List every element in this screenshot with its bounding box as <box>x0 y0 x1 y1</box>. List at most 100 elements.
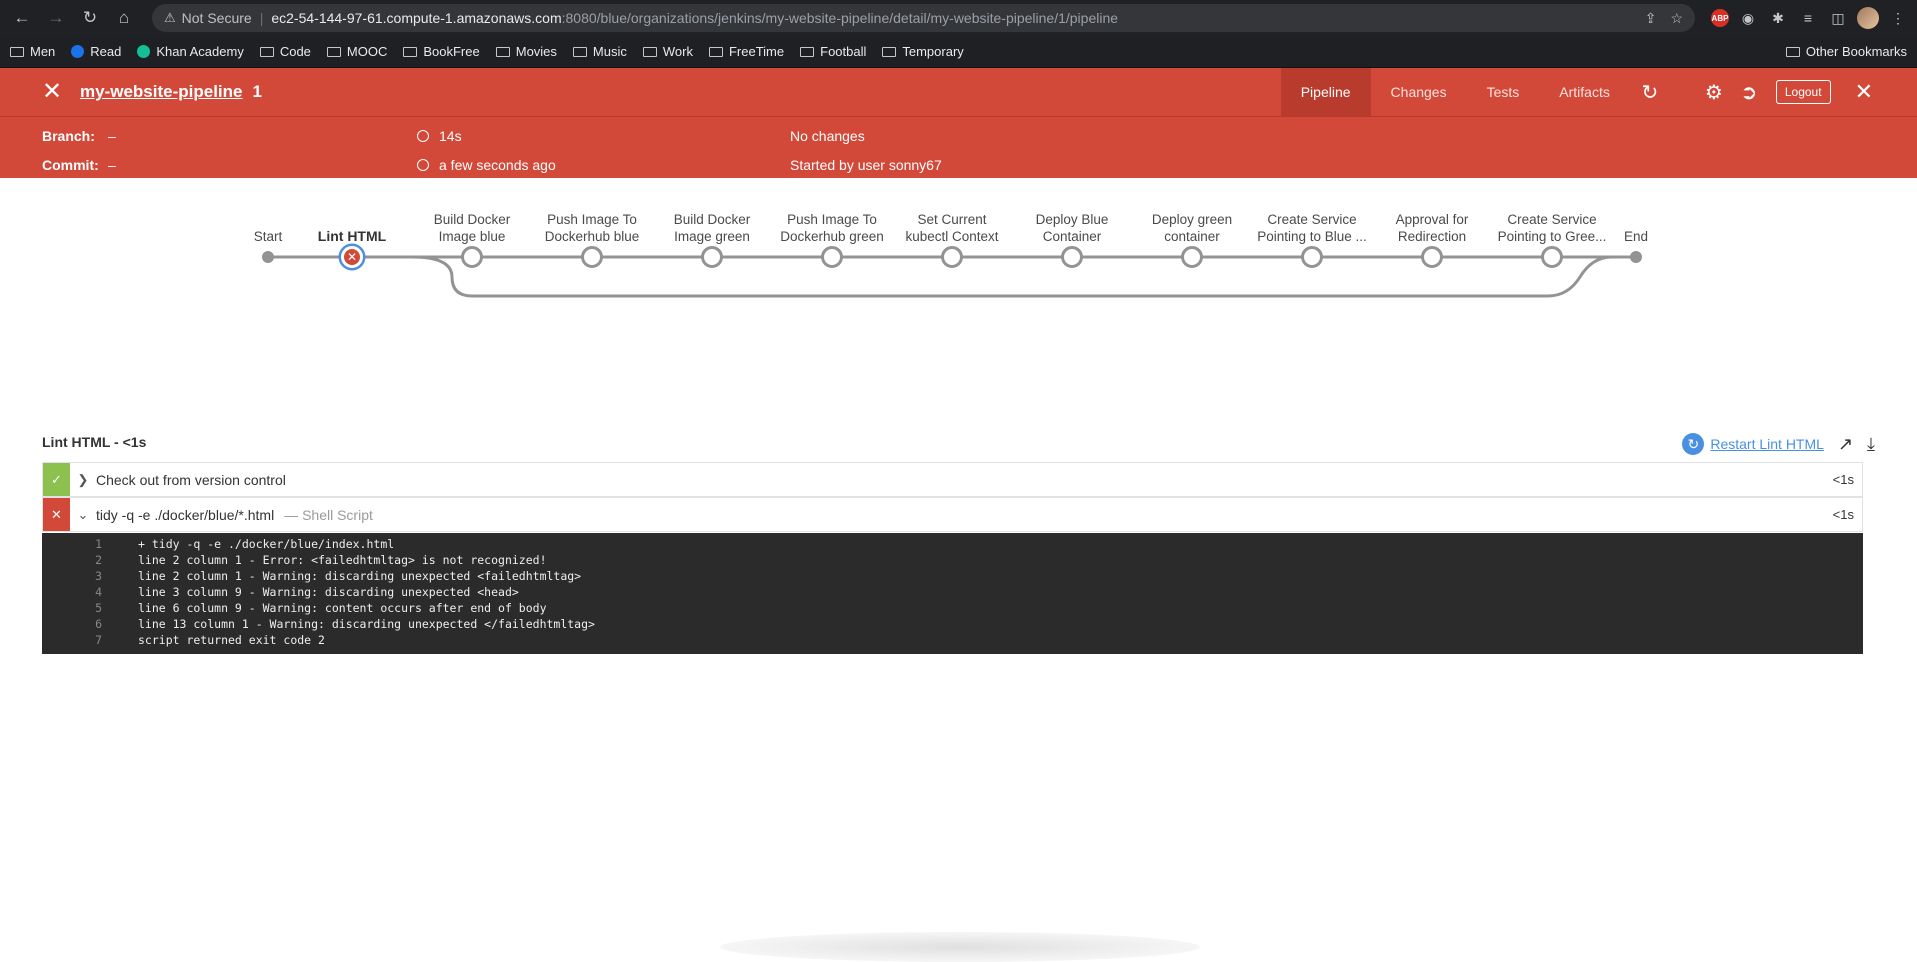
line-number[interactable]: 2 <box>42 552 102 568</box>
console-output: 1 + tidy -q -e ./docker/blue/index.html 2… <box>42 533 1863 654</box>
stage-node-deploy-blue[interactable] <box>1061 246 1083 268</box>
bookmark-men[interactable]: Men <box>10 44 55 59</box>
stage-label-build-blue[interactable]: Build Docker Image blue <box>417 211 527 245</box>
bookmarks-bar: Men Read Khan Academy Code MOOC BookFree… <box>0 36 1917 68</box>
url-path: :8080/blue/organizations/jenkins/my-webs… <box>561 10 1119 26</box>
line-number[interactable]: 5 <box>42 600 102 616</box>
open-external-icon[interactable]: ↗ <box>1838 434 1853 455</box>
folder-icon <box>403 46 418 57</box>
success-check-icon: ✓ <box>43 463 70 496</box>
step-row-checkout[interactable]: ✓ ❯ Check out from version control <1s <box>42 462 1863 497</box>
stage-node-build-green[interactable] <box>701 246 723 268</box>
stage-label-service-blue[interactable]: Create Service Pointing to Blue ... <box>1257 211 1367 245</box>
tab-pipeline[interactable]: Pipeline <box>1280 68 1371 116</box>
commit-label: Commit: <box>42 157 99 173</box>
download-log-icon[interactable]: ⤓ <box>1867 434 1875 455</box>
restart-stage-link[interactable]: Restart Lint HTML <box>1710 436 1824 452</box>
stage-label-approval[interactable]: Approval for Redirection <box>1377 211 1487 245</box>
tab-artifacts[interactable]: Artifacts <box>1539 68 1630 116</box>
stage-node-push-green[interactable] <box>821 246 843 268</box>
start-node <box>262 251 274 263</box>
run-number: 1 <box>252 82 262 101</box>
step-title: tidy -q -e ./docker/blue/*.html <box>96 506 275 523</box>
reload-icon[interactable]: ↻ <box>76 4 104 32</box>
duration-value: 14s <box>439 128 462 144</box>
stage-label-push-green[interactable]: Push Image To Dockerhub green <box>777 211 887 245</box>
step-title: Check out from version control <box>96 471 286 488</box>
bookmark-movies[interactable]: Movies <box>495 44 557 59</box>
chevron-down-icon[interactable]: ⌄ <box>70 507 96 523</box>
side-panel-icon[interactable]: ◫ <box>1827 7 1849 29</box>
tab-tests[interactable]: Tests <box>1467 68 1540 116</box>
rerun-icon[interactable]: ↻ <box>1630 80 1670 105</box>
close-run-icon[interactable]: ✕ <box>42 80 66 104</box>
bookmark-mooc[interactable]: MOOC <box>326 44 387 59</box>
menu-kebab-icon[interactable]: ⋮ <box>1887 7 1909 29</box>
console-line: 3 line 2 column 1 - Warning: discarding u… <box>42 568 1863 584</box>
log-actions: ↻ Restart Lint HTML ↗ ⤓ <box>1682 433 1875 455</box>
bookmark-temporary[interactable]: Temporary <box>882 44 964 59</box>
folder-icon <box>708 46 723 57</box>
back-icon[interactable]: ← <box>8 4 36 32</box>
folder-icon <box>572 46 587 57</box>
line-number[interactable]: 7 <box>42 632 102 648</box>
console-line: 1 + tidy -q -e ./docker/blue/index.html <box>42 536 1863 552</box>
step-duration: <1s <box>1832 472 1854 487</box>
line-number[interactable]: 6 <box>42 616 102 632</box>
stage-label-push-blue[interactable]: Push Image To Dockerhub blue <box>537 211 647 245</box>
run-header: ✕ my-website-pipeline 1 Pipeline Changes… <box>0 68 1917 117</box>
bookmark-code[interactable]: Code <box>259 44 311 59</box>
stage-label-build-green[interactable]: Build Docker Image green <box>657 211 767 245</box>
share-icon[interactable]: ⇪ <box>1645 10 1657 27</box>
extensions-icon[interactable]: ✱ <box>1767 7 1789 29</box>
adblock-icon[interactable]: ABP <box>1711 9 1729 27</box>
stage-node-service-green[interactable] <box>1541 246 1563 268</box>
duration-row: 14s <box>417 128 462 144</box>
branch-row: Branch: – <box>42 128 116 144</box>
stage-label-deploy-blue[interactable]: Deploy Blue Container <box>1017 211 1127 245</box>
line-number[interactable]: 1 <box>42 536 102 552</box>
stage-label-deploy-green[interactable]: Deploy green container <box>1137 211 1247 245</box>
console-line: 4 line 3 column 9 - Warning: discarding u… <box>42 584 1863 600</box>
forward-icon[interactable]: → <box>42 4 70 32</box>
restart-stage-icon[interactable]: ↻ <box>1682 433 1705 455</box>
stage-node-deploy-green[interactable] <box>1181 246 1203 268</box>
step-row-tidy[interactable]: ✕ ⌄ tidy -q -e ./docker/blue/*.html — Sh… <box>42 497 1863 532</box>
settings-gear-icon[interactable]: ⚙ <box>1694 80 1734 105</box>
tab-changes[interactable]: Changes <box>1371 68 1467 116</box>
stage-label-kubectl-context[interactable]: Set Current kubectl Context <box>897 211 1007 245</box>
pipeline-name-link[interactable]: my-website-pipeline <box>80 82 242 102</box>
camera-icon[interactable]: ◉ <box>1737 7 1759 29</box>
bookmark-khan-academy[interactable]: Khan Academy <box>137 44 244 59</box>
bottom-shadow <box>720 932 1200 962</box>
browser-toolbar: ← → ↻ ⌂ ⚠ Not Secure | ec2-54-144-97-61.… <box>0 0 1917 36</box>
stage-node-push-blue[interactable] <box>581 246 603 268</box>
bookmark-other[interactable]: Other Bookmarks <box>1785 44 1907 59</box>
bookmark-music[interactable]: Music <box>572 44 627 59</box>
stage-node-approval[interactable] <box>1421 246 1443 268</box>
not-secure-label: Not Secure <box>181 10 252 26</box>
close-icon[interactable]: ✕ <box>1855 79 1873 105</box>
profile-avatar[interactable] <box>1857 7 1879 29</box>
classic-ui-exit-icon[interactable]: ➲ <box>1734 80 1764 105</box>
home-icon[interactable]: ⌂ <box>110 4 138 32</box>
line-number[interactable]: 4 <box>42 584 102 600</box>
bookmark-freetime[interactable]: FreeTime <box>708 44 784 59</box>
stage-node-kubectl-context[interactable] <box>941 246 963 268</box>
bookmark-bookfree[interactable]: BookFree <box>403 44 480 59</box>
stage-node-lint-html-failed[interactable]: ✕ <box>341 246 363 268</box>
address-bar[interactable]: ⚠ Not Secure | ec2-54-144-97-61.compute-… <box>152 4 1695 32</box>
folder-icon <box>10 46 24 57</box>
reading-list-icon[interactable]: ≡ <box>1797 7 1819 29</box>
bookmark-read[interactable]: Read <box>71 44 121 59</box>
bookmark-football[interactable]: Football <box>800 44 866 59</box>
stage-node-build-blue[interactable] <box>461 246 483 268</box>
bookmark-star-icon[interactable]: ☆ <box>1670 10 1683 27</box>
stage-label-lint-html[interactable]: Lint HTML <box>297 228 407 245</box>
line-number[interactable]: 3 <box>42 568 102 584</box>
chevron-right-icon[interactable]: ❯ <box>70 472 96 488</box>
stage-node-service-blue[interactable] <box>1301 246 1323 268</box>
branch-connector <box>352 255 1637 298</box>
bookmark-work[interactable]: Work <box>642 44 693 59</box>
logout-button[interactable]: Logout <box>1775 80 1831 104</box>
